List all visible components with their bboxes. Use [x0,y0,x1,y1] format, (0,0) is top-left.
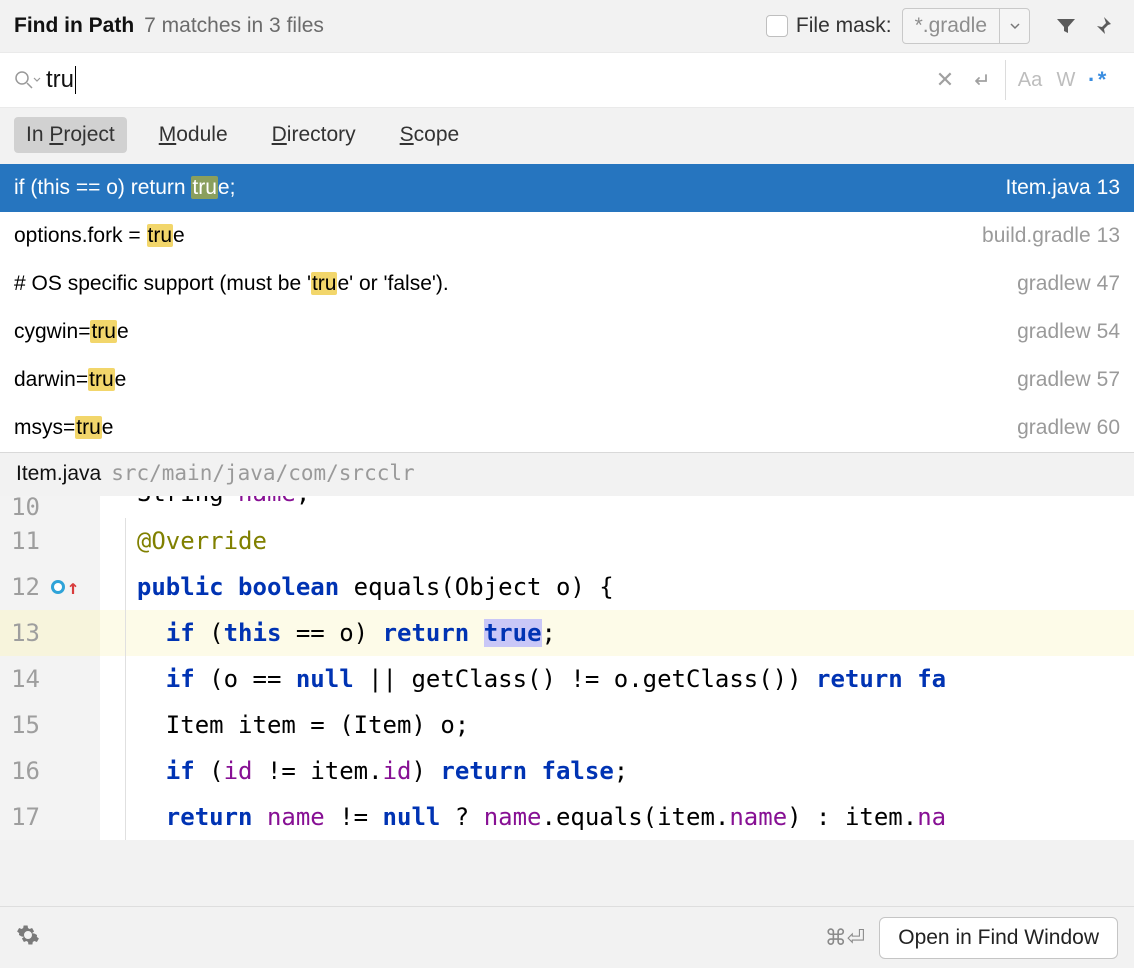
match-case-icon[interactable]: Aa [1012,62,1048,98]
file-mask-value: *.gradle [903,14,999,38]
scope-tabs: In Project Module Directory Scope [0,108,1134,164]
code-line: 13 if (this == o) return true; [0,610,1134,656]
dialog-footer: ⌘⏎ Open in Find Window [0,906,1134,968]
search-icon[interactable] [14,70,42,90]
code-preview[interactable]: 10 String name; 11 @Override 12↑ public … [0,496,1134,840]
match-count: 7 matches in 3 files [144,14,324,38]
filter-icon[interactable] [1048,8,1084,44]
code-line: 11 @Override [0,518,1134,564]
code-line: 16 if (id != item.id) return false; [0,748,1134,794]
search-bar: tru ✕ Aa W * [0,52,1134,108]
result-row[interactable]: msys=true gradlew60 [0,404,1134,452]
whole-words-icon[interactable]: W [1048,62,1084,98]
code-line: 10 String name; [0,496,1134,518]
scope-tab-scope[interactable]: Scope [388,117,472,153]
preview-header: Item.java src/main/java/com/srcclr [0,452,1134,496]
code-line: 15 Item item = (Item) o; [0,702,1134,748]
file-mask-select[interactable]: *.gradle [902,8,1030,44]
code-line: 14 if (o == null || getClass() != o.getC… [0,656,1134,702]
regex-icon[interactable]: * [1084,62,1120,98]
divider [1005,60,1006,100]
results-list: if (this == o) return true; Item.java13 … [0,164,1134,452]
search-input-text: tru [46,66,74,94]
clear-icon[interactable]: ✕ [927,62,963,98]
preview-file-name: Item.java [16,462,101,486]
result-row[interactable]: # OS specific support (must be 'true' or… [0,260,1134,308]
scope-tab-module[interactable]: Module [147,117,240,153]
code-line: 17 return name != null ? name.equals(ite… [0,794,1134,840]
result-row[interactable]: if (this == o) return true; Item.java13 [0,164,1134,212]
keyboard-shortcut: ⌘⏎ [825,925,865,951]
result-row[interactable]: options.fork = true build.gradle13 [0,212,1134,260]
override-gutter-icon[interactable] [51,580,65,594]
scope-tab-project[interactable]: In Project [14,117,127,153]
open-in-find-window-button[interactable]: Open in Find Window [879,917,1118,959]
newline-icon[interactable] [963,62,999,98]
text-caret [75,66,76,94]
file-mask-label: File mask: [796,14,892,38]
result-row[interactable]: cygwin=true gradlew54 [0,308,1134,356]
override-up-icon[interactable]: ↑ [67,564,79,610]
gear-icon[interactable] [16,923,40,952]
result-row[interactable]: darwin=true gradlew57 [0,356,1134,404]
dialog-header: Find in Path 7 matches in 3 files File m… [0,0,1134,52]
dialog-title: Find in Path [14,14,134,38]
search-input[interactable]: tru [46,66,927,94]
preview-file-path: src/main/java/com/srcclr [111,461,414,485]
scope-tab-directory[interactable]: Directory [260,117,368,153]
pin-icon[interactable] [1084,8,1120,44]
code-line: 12↑ public boolean equals(Object o) { [0,564,1134,610]
chevron-down-icon[interactable] [999,9,1029,43]
file-mask-checkbox[interactable] [766,15,788,37]
